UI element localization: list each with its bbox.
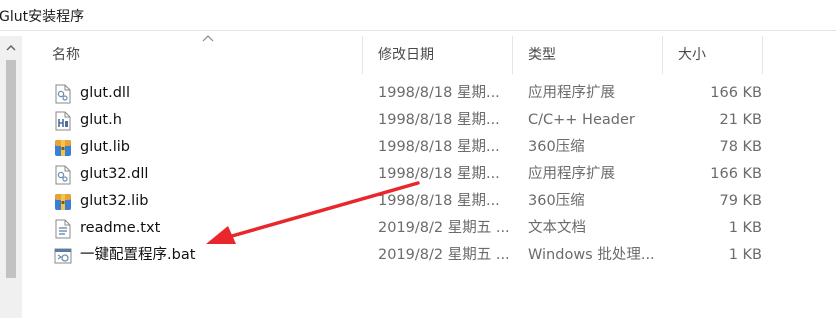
file-modified: 1998/8/18 星期... [378, 112, 500, 128]
file-size: 79 KB [719, 193, 762, 209]
file-modified: 1998/8/18 星期... [378, 193, 500, 209]
file-size: 166 KB [710, 166, 762, 182]
file-row[interactable]: glut32.dll 1998/8/18 星期... 应用程序扩展 166 KB [36, 161, 836, 188]
file-modified: 2019/8/2 星期五 ... [378, 220, 510, 236]
column-header-type[interactable]: 类型 [512, 36, 670, 74]
file-size: 78 KB [719, 139, 762, 155]
file-type: C/C++ Header [528, 112, 635, 128]
file-name: glut.h [80, 112, 122, 128]
dll-file-icon [55, 84, 71, 104]
file-modified: 1998/8/18 星期... [378, 139, 500, 155]
file-modified: 1998/8/18 星期... [378, 85, 500, 101]
file-size: 21 KB [719, 112, 762, 128]
file-type: 应用程序扩展 [528, 166, 615, 182]
file-name: glut32.lib [80, 193, 149, 209]
file-name: readme.txt [80, 220, 161, 236]
archive-file-icon [55, 140, 71, 156]
file-row[interactable]: readme.txt 2019/8/2 星期五 ... 文本文档 1 KB [36, 215, 836, 242]
window-title: Glut安装程序 [0, 9, 85, 25]
column-header-modified[interactable]: 修改日期 [362, 36, 520, 74]
column-header-name[interactable]: 名称 [36, 36, 378, 74]
file-type: 应用程序扩展 [528, 85, 615, 101]
column-header-size[interactable]: 大小 [662, 36, 784, 74]
file-type: Windows 批处理... [528, 247, 655, 263]
dll-file-icon [55, 165, 71, 185]
file-size: 1 KB [728, 220, 762, 236]
window-titlebar: Glut安装程序 [0, 0, 836, 31]
file-modified: 2019/8/2 星期五 ... [378, 247, 510, 263]
chevron-up-icon [6, 45, 16, 51]
batch-file-icon [54, 248, 72, 264]
file-row[interactable]: glut.h 1998/8/18 星期... C/C++ Header 21 K… [36, 107, 836, 134]
file-size: 166 KB [710, 85, 762, 101]
file-size: 1 KB [728, 247, 762, 263]
file-modified: 1998/8/18 星期... [378, 166, 500, 182]
scrollbar-thumb[interactable] [6, 60, 16, 278]
file-type: 文本文档 [528, 220, 586, 236]
file-row[interactable]: glut.lib 1998/8/18 星期... 360压缩 78 KB [36, 134, 836, 161]
archive-file-icon [55, 194, 71, 210]
file-row[interactable]: glut32.lib 1998/8/18 星期... 360压缩 79 KB [36, 188, 836, 215]
file-type: 360压缩 [528, 193, 585, 209]
header-file-icon [55, 111, 71, 131]
file-name: glut.dll [80, 85, 130, 101]
scroll-up-button[interactable] [0, 40, 22, 56]
file-name: glut.lib [80, 139, 130, 155]
text-file-icon [55, 219, 71, 239]
file-row[interactable]: glut.dll 1998/8/18 星期... 应用程序扩展 166 KB [36, 80, 836, 107]
file-row[interactable]: 一键配置程序.bat 2019/8/2 星期五 ... Windows 批处理.… [36, 242, 836, 269]
file-type: 360压缩 [528, 139, 585, 155]
column-divider[interactable] [762, 36, 763, 74]
file-name: 一键配置程序.bat [80, 247, 196, 263]
vertical-scrollbar[interactable] [0, 36, 22, 318]
column-header-row: 名称 修改日期 类型 大小 [36, 35, 836, 74]
file-name: glut32.dll [80, 166, 149, 182]
